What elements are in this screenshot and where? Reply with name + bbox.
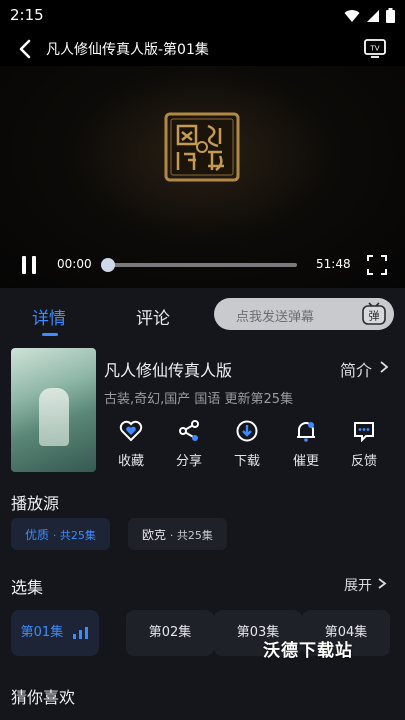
download-icon: [236, 420, 258, 442]
status-time: 2:15: [10, 6, 44, 24]
status-icons: [344, 8, 395, 23]
action-favorite-label: 收藏: [117, 454, 144, 469]
source-count: · 共25集: [52, 529, 96, 542]
poster-figure: [39, 388, 69, 446]
progress-knob[interactable]: [100, 258, 115, 272]
wifi-icon: [344, 9, 360, 22]
show-title: 凡人修仙传真人版: [104, 361, 233, 380]
show-meta: 古装,奇幻,国产 国语 更新第25集: [104, 392, 294, 407]
source-chip-ouke[interactable]: 欧克 · 共25集: [128, 518, 227, 550]
watermark: 沃德下载站: [263, 641, 353, 661]
heart-icon: [119, 420, 143, 442]
source-count: · 共25集: [169, 529, 213, 542]
episodes-title: 选集: [11, 578, 44, 597]
source-name: 欧克: [142, 528, 167, 542]
seal-logo: [164, 112, 240, 182]
status-bar: 2:15: [0, 0, 405, 32]
action-share-label: 分享: [175, 454, 202, 469]
danmaku-placeholder: 点我发送弹幕: [236, 310, 315, 325]
total-time: 51:48: [316, 257, 351, 271]
source-name: 优质: [25, 528, 50, 542]
episode-item[interactable]: 第02集: [126, 610, 214, 656]
recommend-title: 猜你喜欢: [11, 688, 76, 707]
video-player[interactable]: 00:00 51:48: [0, 66, 405, 288]
action-download-label: 下载: [233, 454, 260, 469]
tabs-row: 详情 评论 点我发送弹幕 弹: [0, 290, 405, 340]
player-controls: 00:00 51:48: [0, 246, 405, 284]
svg-text:TV: TV: [369, 45, 379, 53]
progress-bar[interactable]: [100, 258, 297, 272]
action-remind[interactable]: 催更: [281, 420, 331, 469]
danmaku-icon-label: 弹: [369, 309, 380, 323]
episode-label: 第01集: [20, 625, 64, 640]
share-icon: [179, 420, 199, 441]
signal-icon: [367, 9, 379, 22]
episode-label: 第02集: [148, 625, 192, 640]
action-remind-label: 催更: [292, 454, 319, 469]
show-poster[interactable]: [11, 348, 96, 472]
chevron-right-icon[interactable]: [378, 360, 390, 374]
tab-active-indicator: [42, 333, 58, 336]
current-time: 00:00: [57, 257, 92, 271]
fullscreen-icon[interactable]: [366, 254, 388, 276]
sources-title: 播放源: [11, 494, 60, 513]
episode-item[interactable]: 第01集: [11, 610, 99, 656]
player-header: 凡人修仙传真人版-第01集 TV: [0, 32, 405, 66]
back-icon[interactable]: [14, 37, 38, 61]
action-share[interactable]: 分享: [164, 420, 214, 469]
tab-comments[interactable]: 评论: [136, 304, 170, 329]
action-favorite[interactable]: 收藏: [106, 420, 156, 469]
battery-icon: [386, 8, 395, 23]
chevron-right-icon[interactable]: [377, 577, 387, 590]
bell-icon: [297, 422, 315, 442]
danmaku-input[interactable]: 点我发送弹幕 弹: [214, 298, 394, 330]
tab-details[interactable]: 详情: [32, 304, 66, 329]
expand-link[interactable]: 展开: [344, 575, 372, 595]
action-download[interactable]: 下载: [222, 420, 272, 469]
action-feedback[interactable]: 反馈: [339, 420, 389, 469]
pause-icon[interactable]: [18, 254, 40, 276]
source-chip-youzhi[interactable]: 优质 · 共25集: [11, 518, 110, 550]
playing-bars-icon: [73, 626, 89, 639]
video-title: 凡人修仙传真人版-第01集: [46, 42, 209, 58]
action-feedback-label: 反馈: [350, 454, 377, 469]
tv-cast-icon[interactable]: TV: [363, 36, 387, 60]
feedback-icon: [354, 422, 374, 442]
danmaku-icon[interactable]: 弹: [360, 300, 388, 328]
intro-link[interactable]: 简介: [340, 357, 372, 381]
